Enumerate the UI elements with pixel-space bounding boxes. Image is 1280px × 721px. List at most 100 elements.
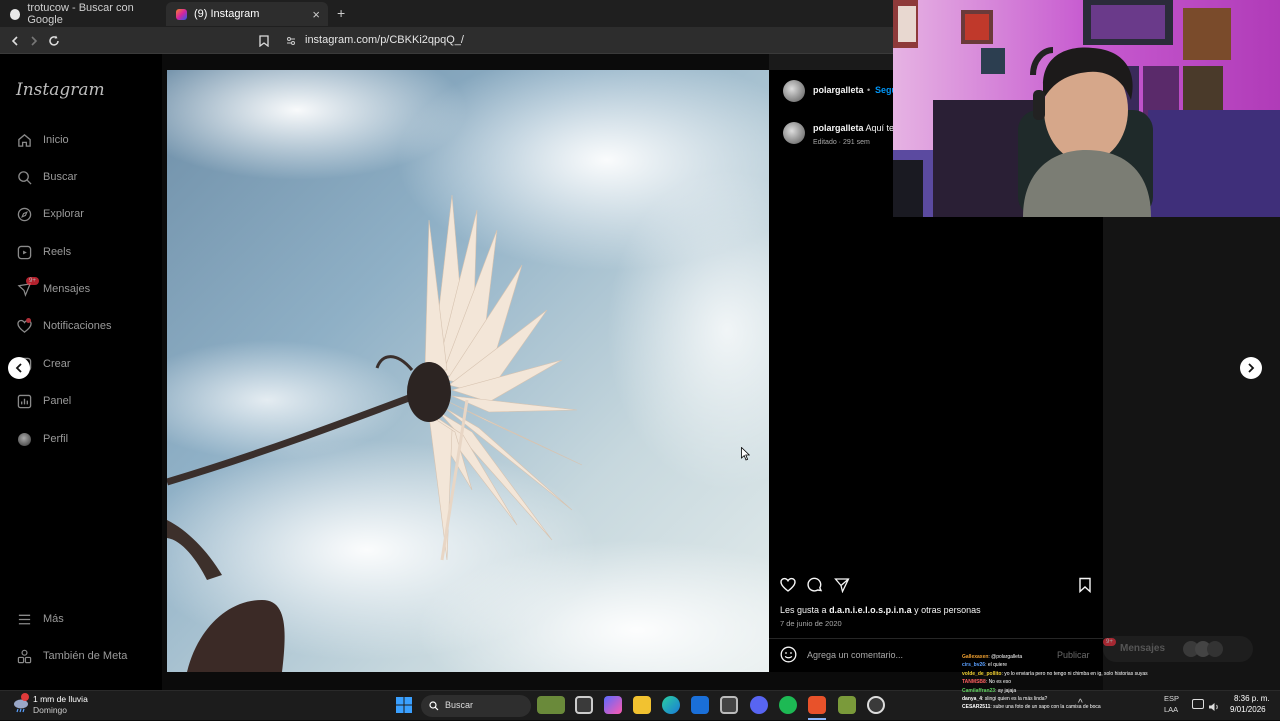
spotify-icon[interactable]: [779, 696, 797, 714]
settings-app-icon[interactable]: [867, 696, 885, 714]
comment-icon[interactable]: [807, 577, 823, 593]
chat-username: cirs_bv26: [962, 662, 986, 669]
author-avatar[interactable]: [783, 80, 805, 102]
weather-day: Domingo: [33, 705, 68, 715]
chat-message: Gallexaxen: @polargalleta: [962, 653, 1172, 661]
sidebar-item-mensajes[interactable]: 9+ Mensajes: [16, 277, 91, 300]
search-icon: [16, 169, 32, 185]
save-icon[interactable]: [1078, 577, 1092, 594]
chat-username: Gallexaxen: [962, 654, 989, 660]
outlook-icon[interactable]: [691, 696, 709, 714]
home-icon: [16, 132, 32, 148]
bookmark-icon[interactable]: [254, 31, 274, 51]
edge-icon[interactable]: [662, 696, 680, 714]
sidebar-item-buscar[interactable]: Buscar: [16, 166, 77, 188]
chat-username: CESAR2511: [962, 704, 991, 711]
weather-temp[interactable]: 1 mm de lluvia: [33, 694, 88, 704]
modal-backdrop[interactable]: [1103, 217, 1280, 690]
sidebar-item-label: Inicio: [43, 134, 69, 146]
chat-text: : No es eso: [985, 679, 1012, 686]
likes-prefix: Les gusta a: [780, 605, 827, 615]
instagram-favicon-icon: [176, 8, 187, 20]
sidebar-item-label: Buscar: [43, 171, 78, 183]
chat-text: : ay jajaja: [995, 687, 1017, 694]
share-icon[interactable]: [834, 577, 850, 594]
separator-dot: •: [867, 85, 871, 95]
sidebar-item-panel[interactable]: Panel: [16, 390, 71, 412]
post-photo[interactable]: [167, 70, 769, 672]
file-explorer-icon[interactable]: [633, 696, 651, 714]
chat-username: volde_de_pollito: [962, 670, 1002, 677]
like-icon[interactable]: [780, 577, 796, 593]
sidebar-item-explorar[interactable]: Explorar: [16, 203, 84, 225]
previous-post-button[interactable]: [8, 357, 30, 379]
next-post-button[interactable]: [1240, 357, 1262, 379]
stream-chat-overlay: Gallexaxen: @polargalleta cirs_bv26: el …: [962, 653, 1172, 721]
sidebar-item-label: Notificaciones: [43, 320, 112, 332]
address-bar[interactable]: instagram.com/p/CBKKi2qpqQ_/: [305, 34, 464, 46]
sidebar-item-notificaciones[interactable]: Notificaciones: [16, 315, 111, 337]
forward-icon[interactable]: [24, 31, 44, 51]
network-icon[interactable]: [1192, 699, 1204, 709]
chat-text: : slingi quien es la más linda?: [982, 696, 1048, 703]
chat-message: CESAR2511: sube una foto de un sapo con …: [962, 703, 1172, 711]
likes-summary: Les gusta a d.a.n.i.e.l.o.s.p.i.n.a y ot…: [780, 605, 981, 615]
chat-username: TANMSB8: [962, 679, 986, 686]
google-favicon-icon: [10, 8, 21, 20]
chat-message: cirs_bv26: el quiere: [962, 661, 1172, 669]
sidebar-item-meta[interactable]: También de Meta: [16, 645, 127, 667]
tab-google[interactable]: trotucow - Buscar con Google: [0, 2, 164, 26]
sidebar-item-perfil[interactable]: Perfil: [16, 428, 68, 450]
new-tab-button[interactable]: +: [337, 5, 345, 21]
volume-icon[interactable]: [1208, 699, 1220, 711]
chat-text: : el quiere: [985, 662, 1008, 669]
site-info-icon[interactable]: [281, 31, 301, 51]
chat-message: volde_de_pollito: yo lo enviaría pero no…: [962, 670, 1172, 678]
close-tab-icon[interactable]: ×: [312, 7, 320, 22]
copilot-icon[interactable]: [604, 696, 622, 714]
caption: polargalleta Aquí te: [813, 123, 893, 133]
caption-avatar[interactable]: [783, 122, 805, 144]
comment-input[interactable]: Agrega un comentario...: [807, 650, 903, 660]
taskbar-search-box[interactable]: Buscar: [421, 695, 531, 717]
chat-text: : sube una foto de un sapo con la camisa…: [990, 704, 1101, 711]
store-icon[interactable]: [720, 696, 738, 714]
sidebar-item-label: Perfil: [43, 433, 69, 445]
tab-instagram[interactable]: (9) Instagram ×: [166, 2, 328, 26]
brave-icon[interactable]: [808, 696, 826, 714]
sidebar-item-reels[interactable]: Reels: [16, 241, 71, 263]
sidebar-item-inicio[interactable]: Inicio: [16, 129, 69, 151]
messages-pill-badge: 9+: [1103, 638, 1116, 646]
explore-icon: [16, 206, 32, 222]
clock-time[interactable]: 8:36 p. m.: [1234, 694, 1270, 703]
instagram-logo[interactable]: Instagram: [16, 80, 105, 100]
windows-start-icon[interactable]: [396, 697, 412, 713]
discord-icon[interactable]: [750, 696, 768, 714]
caption-username[interactable]: polargalleta: [813, 123, 864, 133]
webcam-overlay: [893, 0, 1280, 217]
caption-text: Aquí te: [865, 123, 893, 133]
emoji-icon[interactable]: [780, 646, 797, 663]
chat-message: danya_4: slingi quien es la más linda?: [962, 695, 1172, 703]
app-icon[interactable]: [838, 696, 856, 714]
tab-title: trotucow - Buscar con Google: [27, 2, 134, 26]
back-icon[interactable]: [5, 31, 25, 51]
profile-avatar-icon: [16, 431, 32, 447]
follow-button[interactable]: Seguir: [875, 85, 893, 95]
flower-sky-photo: [167, 70, 769, 672]
widgets-icon[interactable]: [537, 696, 565, 714]
mouse-cursor-icon: [741, 446, 751, 466]
task-view-icon[interactable]: [575, 696, 593, 714]
sidebar-item-label: Mensajes: [43, 283, 91, 295]
weather-icon[interactable]: [12, 693, 30, 713]
streamer-webcam-image: [893, 0, 1280, 217]
sidebar-item-mas[interactable]: Más: [16, 608, 64, 630]
chat-message: Camilaffran23: ay jajaja: [962, 687, 1172, 695]
clock-date: 9/01/2026: [1230, 705, 1266, 714]
sidebar-item-label: Panel: [43, 395, 72, 407]
tab-title: (9) Instagram: [194, 8, 260, 20]
author-username[interactable]: polargalleta: [813, 85, 864, 95]
likes-user[interactable]: d.a.n.i.e.l.o.s.p.i.n.a: [829, 605, 912, 615]
reload-icon[interactable]: [44, 31, 64, 51]
caption-meta: Editado · 291 sem: [813, 139, 870, 146]
